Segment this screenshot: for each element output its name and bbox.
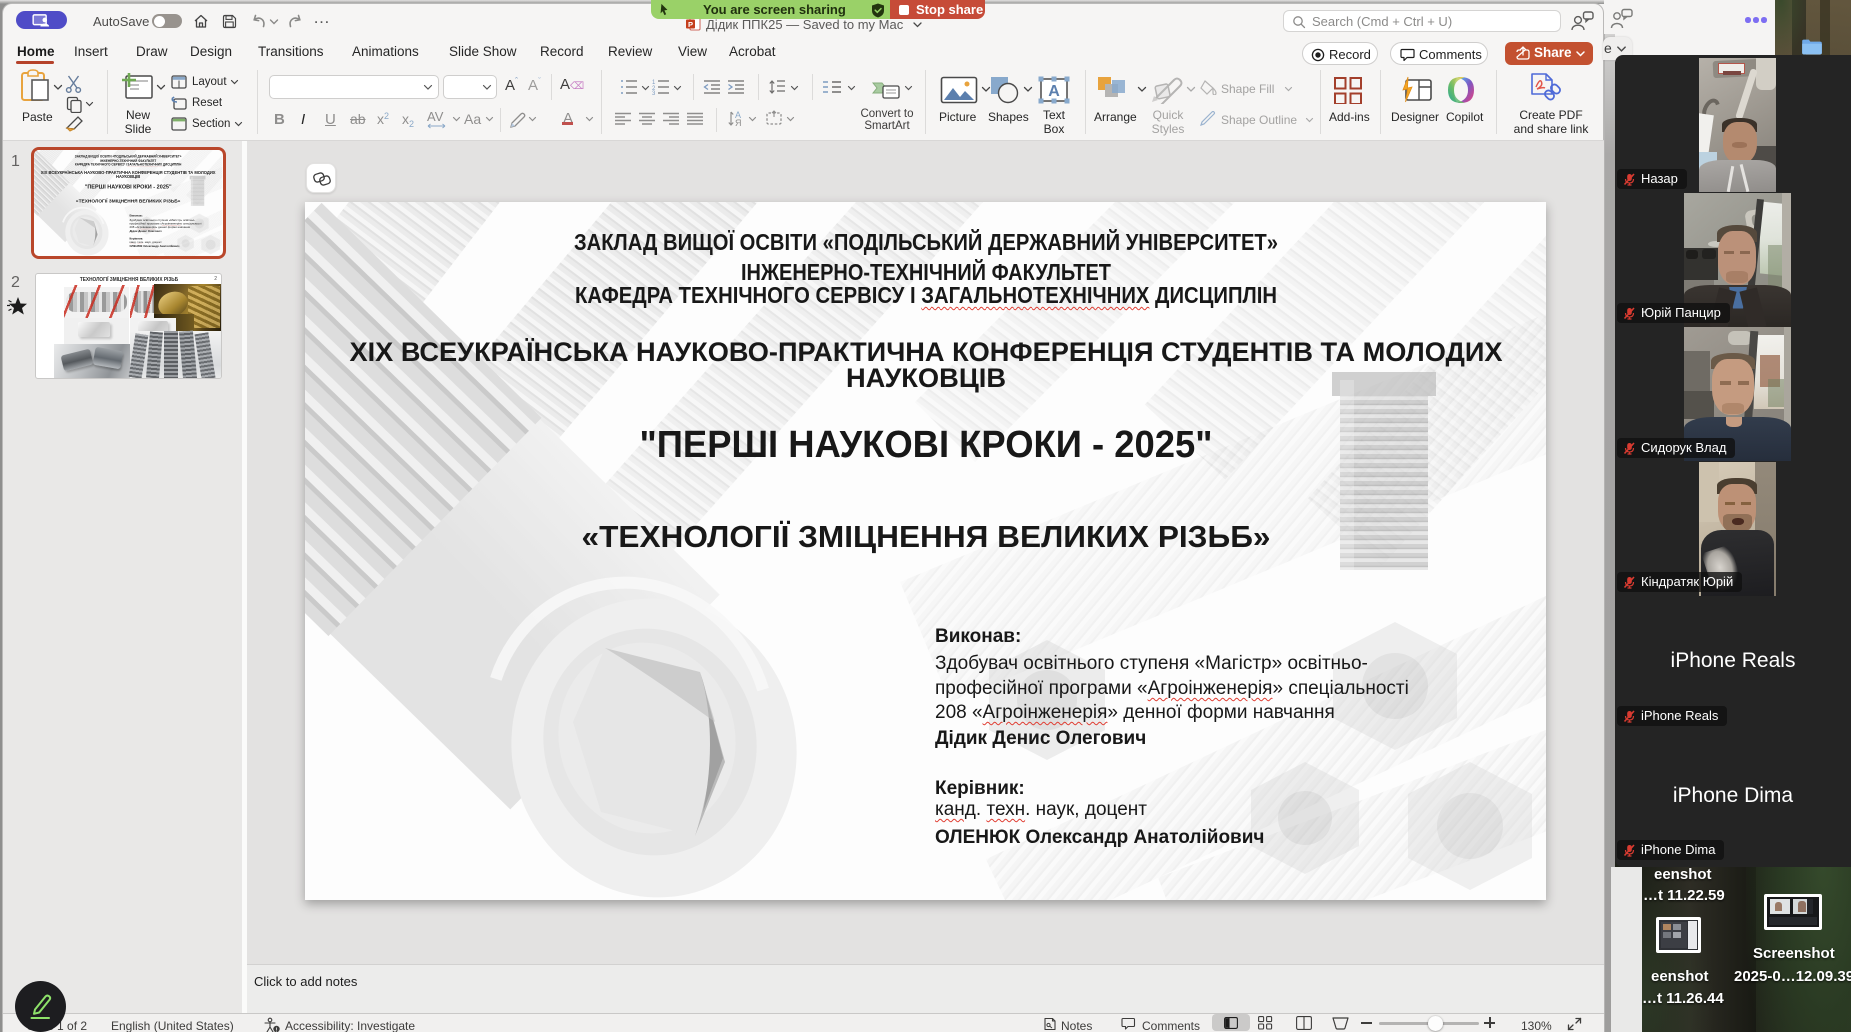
svg-text:!: ! <box>276 1027 278 1032</box>
svg-text:A: A <box>1048 83 1060 100</box>
svg-text:Я: Я <box>735 118 742 127</box>
svg-text:3: 3 <box>652 91 656 95</box>
